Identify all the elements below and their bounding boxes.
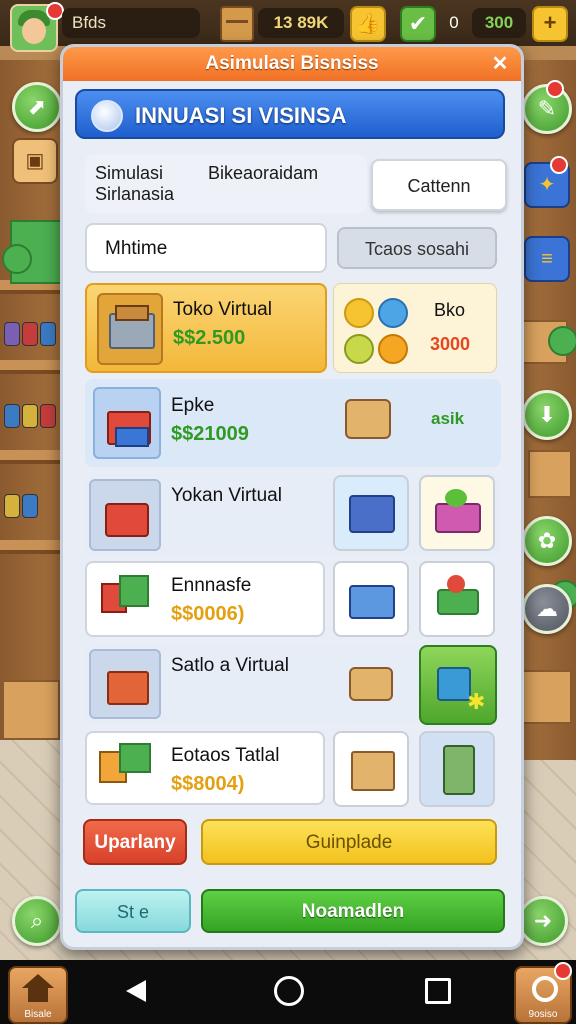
gem-counter: 300	[472, 8, 526, 38]
home-label: Bisale	[24, 1009, 52, 1020]
top-hud: Bfds 13 89K 👍 ✔ 0 300 +	[0, 0, 576, 52]
product-jar	[22, 404, 38, 428]
secondary-button[interactable]: St e	[75, 889, 191, 933]
shelf	[0, 360, 66, 374]
notification-dot	[554, 962, 572, 980]
avatar-face	[22, 18, 46, 44]
register-tile[interactable]	[419, 731, 495, 807]
cardboard-crate	[2, 680, 60, 740]
item-side-value: asik	[431, 409, 465, 428]
right-side-button-stack[interactable]: ≡	[524, 236, 570, 282]
info-panel: Simulasi Sirlanasia Bikeaoraidam	[85, 155, 367, 213]
bonus-label: Bko	[434, 300, 466, 320]
left-side-button-box[interactable]: ▣	[12, 138, 58, 184]
dolly-tile[interactable]: ✱	[419, 645, 497, 725]
product-jar	[40, 404, 56, 428]
cattenn-button[interactable]: Cattenn	[371, 159, 507, 211]
crate-tile[interactable]	[333, 731, 409, 807]
tree	[2, 244, 32, 274]
item-title: Satlo a Virtual	[171, 655, 289, 676]
back-icon[interactable]	[126, 980, 146, 1002]
shop-item-row[interactable]: Epke $$21009 asik	[85, 379, 501, 467]
teaos-button[interactable]: Tcaos sosahi	[337, 227, 497, 269]
notification-dot	[550, 156, 568, 174]
home-icon	[22, 974, 54, 988]
home-button[interactable]: Bisale	[8, 966, 68, 1024]
name-field[interactable]: Mhtime	[85, 223, 327, 273]
right-side-button-down[interactable]: ⬇	[522, 390, 572, 440]
recents-icon[interactable]	[425, 978, 451, 1004]
shop-item-card[interactable]: Eotaos Tatlal $$8004)	[85, 731, 325, 805]
shop-item-card[interactable]: Toko Virtual $$2.500	[85, 283, 327, 373]
item-price: $$8004)	[171, 773, 245, 795]
thumbs-up-icon[interactable]: 👍	[350, 6, 386, 42]
globe-icon	[91, 100, 123, 132]
right-side-button-cloud[interactable]: ☁	[522, 584, 572, 634]
product-jar	[4, 322, 20, 346]
next-arrow-button[interactable]: ➜	[518, 896, 568, 946]
complete-button[interactable]: Guinplade	[201, 819, 497, 865]
plant-tile[interactable]	[419, 475, 495, 551]
product-jar	[22, 494, 38, 518]
item-title: Eotaos Tatlal	[171, 745, 280, 766]
close-icon[interactable]: ✕	[487, 51, 513, 77]
notification-dot	[546, 80, 564, 98]
open-box-icon	[349, 667, 393, 701]
crate-icon	[97, 293, 163, 365]
section-banner: INNUASI SI VISINSA	[75, 89, 505, 139]
search-button[interactable]: ⌕	[12, 896, 62, 946]
check-counter: 0	[449, 13, 459, 32]
navigation-bar: Bisale 9osiso	[0, 960, 576, 1024]
profile-label: 9osiso	[528, 1009, 558, 1020]
profile-icon	[532, 976, 558, 1002]
home-circle-icon[interactable]	[274, 976, 304, 1006]
shop-item-card[interactable]: Ennnasfe $$0006)	[85, 561, 325, 637]
box-icon	[220, 6, 254, 42]
stacked-box-icon	[89, 649, 161, 719]
cardboard-crate	[528, 450, 572, 498]
shelf	[0, 450, 66, 464]
upgrade-button[interactable]: Uparlany	[83, 819, 187, 865]
info-left-text: Simulasi Sirlanasia	[95, 163, 175, 204]
cardboard-crate	[522, 670, 572, 724]
toolbox-icon	[89, 479, 161, 551]
confirm-button[interactable]: Noamadlen	[201, 889, 505, 933]
product-jar	[22, 322, 38, 346]
bonus-card[interactable]: Bko 3000	[333, 283, 497, 373]
bin-tile[interactable]	[333, 561, 409, 637]
checkmark-icon[interactable]: ✔	[400, 6, 436, 42]
item-price: $$0006)	[171, 603, 245, 625]
add-currency-button[interactable]: +	[532, 6, 568, 42]
red-blue-crate-icon	[93, 387, 161, 459]
product-jar	[4, 494, 20, 518]
coin-icon	[344, 298, 374, 328]
modal-title: Asimulasi Bisnsiss	[63, 47, 521, 81]
cart-tile[interactable]	[419, 561, 495, 637]
clock-icon	[378, 298, 408, 328]
coin-counter: 13 89K	[258, 8, 344, 38]
info-right-text: Bikeaoraidam	[208, 163, 319, 183]
banner-label: INNUASI SI VISINSA	[135, 103, 347, 128]
basket-tile[interactable]	[333, 475, 409, 551]
product-jar	[40, 322, 56, 346]
tree	[548, 326, 576, 356]
left-side-button-chart[interactable]: ⬈	[12, 82, 62, 132]
business-simulation-modal: Asimulasi Bisnsiss ✕ INNUASI SI VISINSA …	[60, 44, 524, 950]
leaf-icon	[344, 334, 374, 364]
item-price: $$21009	[171, 423, 249, 445]
item-title: Epke	[171, 395, 215, 416]
box-icon	[345, 399, 391, 439]
right-side-button-settings[interactable]: ✿	[522, 516, 572, 566]
item-title: Toko Virtual	[173, 299, 272, 320]
item-price: $$2.500	[173, 327, 246, 349]
player-name: Bfds	[62, 8, 200, 38]
smiley-icon	[378, 334, 408, 364]
item-title: Ennnasfe	[171, 575, 252, 596]
shelf	[0, 540, 66, 554]
item-title: Yokan Virtual	[171, 485, 282, 506]
product-jar	[4, 404, 20, 428]
bonus-value: 3000	[430, 334, 471, 354]
